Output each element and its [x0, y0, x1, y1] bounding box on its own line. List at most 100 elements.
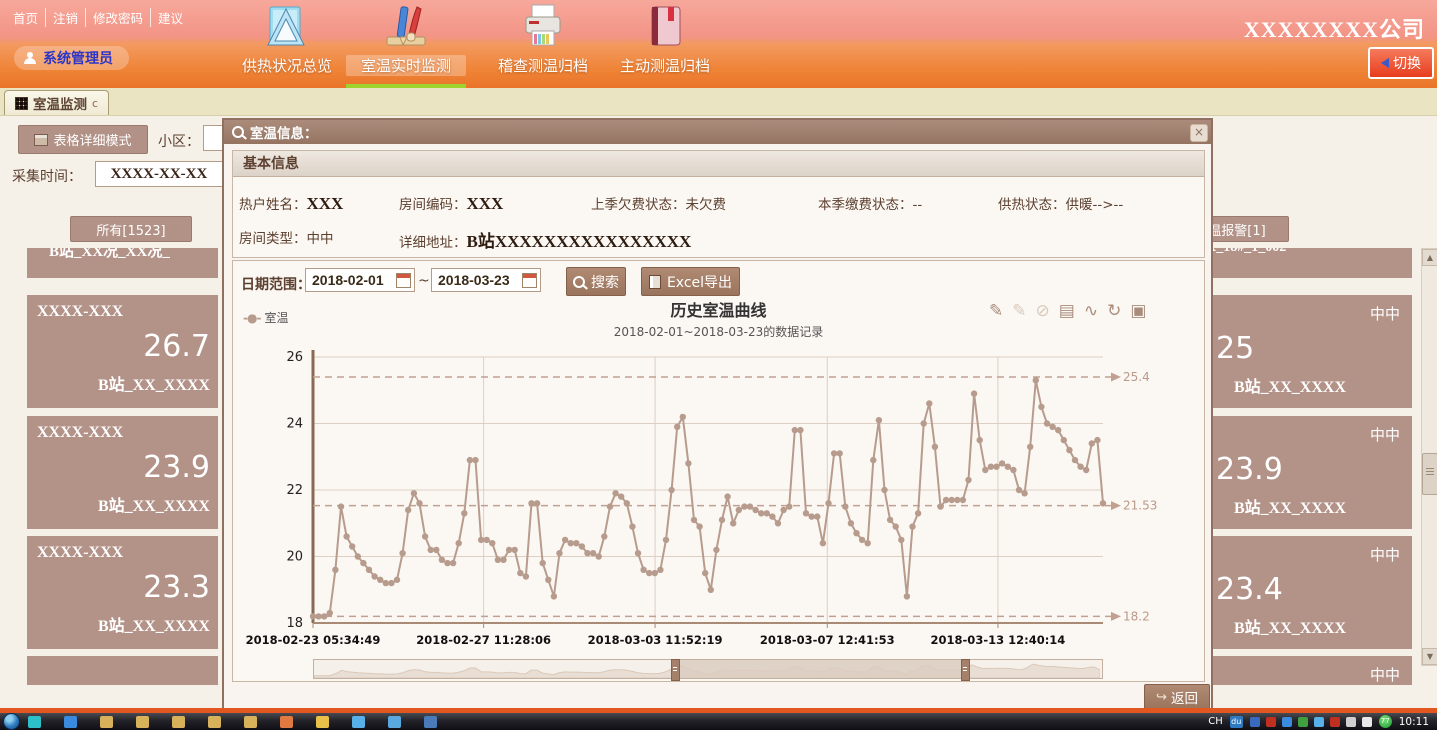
room-temp-info-modal: 室温信息： × 基本信息 热户姓名：XXX 房间编码：XXX 上季欠费状态：未欠… [222, 118, 1213, 710]
nav-active-archive[interactable]: 主动测温归档 [610, 3, 720, 76]
basic-info-section: 基本信息 热户姓名：XXX 房间编码：XXX 上季欠费状态：未欠费 本季缴费状态… [232, 150, 1205, 258]
language-indicator[interactable]: CH [1208, 716, 1223, 727]
refresh-icon[interactable]: ↻ [1107, 303, 1121, 320]
info-owner-name: 热户姓名：XXX [239, 193, 343, 214]
temp-card[interactable]: XXXX-XXX 23.3 B站_XX_XXXX [27, 536, 218, 649]
station-label: B站_XX_XXXX [1234, 494, 1346, 518]
temperature-value: 23.4 [1216, 572, 1283, 607]
scroll-down-button[interactable]: ▼ [1422, 648, 1437, 665]
window-app-2[interactable] [424, 716, 437, 728]
datazoom-slider[interactable] [313, 659, 1103, 679]
teamviewer-app[interactable] [28, 716, 41, 728]
link-home[interactable]: 首页 [6, 8, 46, 27]
chart-type-icon[interactable]: ∿ [1084, 303, 1098, 320]
temp-card-partial-bottom[interactable] [27, 656, 218, 685]
temp-card-partial-bottom-right[interactable]: 中中 [1186, 656, 1412, 685]
tray-msg[interactable] [1314, 717, 1324, 727]
datazoom-left-handle[interactable] [671, 659, 680, 681]
mark-clear-icon[interactable]: ⊘ [1036, 303, 1050, 320]
active-app[interactable] [280, 716, 293, 728]
printer-icon [520, 3, 566, 51]
switch-button[interactable]: 切换 [1368, 47, 1434, 79]
scrollbar-thumb[interactable] [1422, 453, 1437, 495]
station-label: B站_XX_XXXX [98, 492, 210, 516]
temperature-value: 23.9 [143, 450, 210, 485]
date-range-tilde: ~ [418, 273, 430, 289]
temp-card[interactable]: 中中 25 B站_XX_XXXX [1186, 295, 1412, 408]
tray-blue[interactable] [1282, 717, 1292, 727]
temperature-value: 23.9 [1216, 452, 1283, 487]
folder-window-3[interactable] [172, 716, 185, 728]
book-icon [642, 3, 688, 51]
start-button[interactable] [3, 713, 20, 730]
svg-text:18.2: 18.2 [1123, 609, 1150, 623]
mark-remove-icon[interactable]: ✎ [1012, 303, 1026, 320]
browser-ball-app[interactable] [64, 716, 77, 728]
folder-window-4[interactable] [208, 716, 221, 728]
svg-text:20: 20 [286, 550, 303, 565]
page-scrollbar[interactable]: ▲ ▼ [1421, 248, 1437, 666]
nav-inspection-archive[interactable]: 稽查测温归档 [488, 3, 598, 76]
tab-refresh-icon[interactable]: c [92, 97, 98, 110]
svg-text:25.4: 25.4 [1123, 370, 1150, 384]
table-icon [34, 134, 48, 146]
magnifier-icon [232, 126, 244, 138]
table-detail-mode-button[interactable]: 表格详细模式 [18, 125, 148, 154]
tray-red-2[interactable] [1330, 717, 1340, 727]
info-address: 详细地址：B站XXXXXXXXXXXXXXXX [399, 227, 691, 252]
close-icon[interactable]: × [1190, 124, 1208, 142]
taskbar: CH du 77 10:11 [0, 713, 1437, 730]
chrome-app[interactable] [316, 716, 329, 728]
link-suggestion[interactable]: 建议 [151, 8, 190, 27]
save-image-icon[interactable]: ▣ [1130, 303, 1146, 320]
svg-text:18: 18 [286, 616, 303, 631]
link-logout[interactable]: 注销 [46, 8, 86, 27]
tray-usb[interactable] [1346, 717, 1356, 727]
return-arrow-icon: ↪ [1156, 690, 1167, 705]
temp-card-partial-top-right[interactable]: XX_18#_1_002 [1186, 248, 1412, 278]
temp-card[interactable]: XXXX-XXX 23.9 B站_XX_XXXX [27, 416, 218, 529]
all-filter-button[interactable]: 所有[1523] [70, 216, 192, 242]
mark-add-icon[interactable]: ✎ [989, 303, 1003, 320]
temp-card[interactable]: 中中 23.9 B站_XX_XXXX [1186, 416, 1412, 529]
calendar-icon[interactable] [522, 273, 537, 288]
collect-time-input[interactable] [95, 161, 223, 187]
top-links: 首页 注销 修改密码 建议 [6, 8, 190, 27]
search-icon [573, 276, 585, 288]
room-type-badge: 中中 [1370, 544, 1400, 565]
calendar-icon[interactable] [396, 273, 411, 288]
info-last-season-arrears: 上季欠费状态：未欠费 [591, 193, 726, 213]
svg-text:26: 26 [286, 350, 303, 365]
switch-arrow-icon [1381, 58, 1389, 68]
datazoom-selected-range[interactable] [674, 660, 964, 678]
tray-volume[interactable] [1362, 717, 1372, 727]
folder-window-5[interactable] [244, 716, 257, 728]
back-button[interactable]: ↪ 返回 [1144, 684, 1210, 710]
notification-badge[interactable]: 77 [1379, 715, 1392, 728]
room-type-badge: 中中 [1370, 303, 1400, 324]
chart-canvas: 18202224262018-02-23 05:34:492018-02-27 … [233, 347, 1204, 659]
data-view-icon[interactable]: ▤ [1059, 303, 1075, 320]
temp-card[interactable]: 中中 23.4 B站_XX_XXXX [1186, 536, 1412, 649]
folder-window-1[interactable] [100, 716, 113, 728]
link-change-password[interactable]: 修改密码 [86, 8, 151, 27]
nav-heating-overview[interactable]: 供热状况总览 [232, 3, 342, 76]
folder-window-2[interactable] [136, 716, 149, 728]
ime-icon[interactable]: du [1230, 716, 1243, 728]
window-app-1[interactable] [388, 716, 401, 728]
tray-red-1[interactable] [1266, 717, 1276, 727]
tray-question[interactable] [1250, 717, 1260, 727]
modal-titlebar: 室温信息： [224, 120, 1211, 144]
ie-app[interactable] [352, 716, 365, 728]
tray-green[interactable] [1298, 717, 1308, 727]
svg-text:2018-03-13 12:40:14: 2018-03-13 12:40:14 [931, 633, 1066, 647]
temp-card-partial-top[interactable]: B站_XX况_XX况_ [27, 248, 218, 278]
nav-room-temp-monitor[interactable]: 室温实时监测 [346, 3, 466, 76]
tab-room-temp[interactable]: 室温监测 c [4, 90, 109, 115]
search-button[interactable]: 搜索 [566, 267, 626, 296]
scroll-up-button[interactable]: ▲ [1422, 249, 1437, 266]
temp-card[interactable]: XXXX-XXX 26.7 B站_XX_XXXX [27, 295, 218, 408]
datazoom-right-handle[interactable] [961, 659, 970, 681]
info-room-type: 房间类型：中中 [239, 227, 334, 247]
excel-export-button[interactable]: Excel导出 [641, 267, 740, 296]
